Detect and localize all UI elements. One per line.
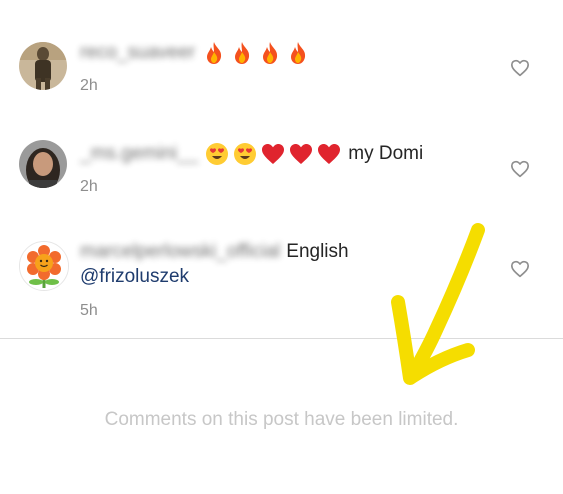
comment-text: my Domi [348,143,424,164]
comment-line: marcelperlowski_official English [80,240,349,264]
like-heart-icon[interactable] [510,160,530,178]
fire-icon [235,42,250,64]
divider [0,338,563,339]
avatar[interactable] [19,140,67,188]
comment-timestamp: 2h [80,178,98,195]
comments-limited-notice: Comments on this post have been limited. [104,409,459,430]
like-heart-icon[interactable] [510,59,530,77]
comment-line: reco_suaveer [80,40,317,66]
red-heart-icon [262,144,285,164]
comment-username[interactable]: _ms.gemini__ [80,142,198,166]
fire-icon [207,42,222,64]
comment-line: _ms.gemini__ my Domi [80,141,423,167]
comment-username[interactable]: reco_suaveer [80,41,195,65]
comment-text: English [286,241,349,262]
like-heart-icon[interactable] [510,260,530,278]
avatar[interactable] [19,42,67,90]
emoji-row [204,141,342,167]
fire-icon [263,42,278,64]
comment-timestamp: 2h [80,77,98,94]
red-heart-icon [290,144,313,164]
fire-emoji-row [201,40,311,66]
heart-eyes-icon [206,143,229,165]
avatar[interactable] [19,241,69,291]
red-heart-icon [318,144,341,164]
comment-username[interactable]: marcelperlowski_official [80,240,280,264]
mention-link[interactable]: @frizoluszek [80,265,189,289]
comment-timestamp: 5h [80,302,98,319]
heart-eyes-icon [234,143,257,165]
fire-icon [291,42,306,64]
